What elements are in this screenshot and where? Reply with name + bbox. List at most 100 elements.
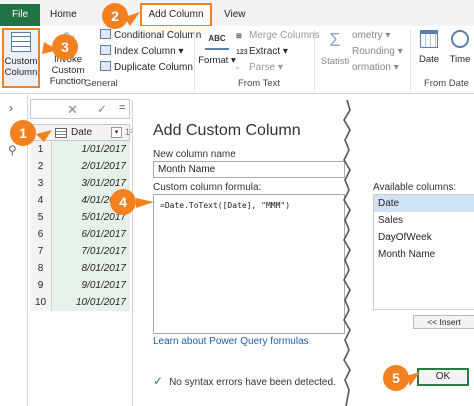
table-row[interactable]: 3 3/01/2017 — [30, 175, 130, 192]
abc-123-icon: 123 — [236, 49, 248, 56]
formula-equals: = — [119, 102, 126, 114]
row-number: 10 — [30, 294, 52, 311]
date-cell[interactable]: 2/01/2017 — [52, 158, 130, 175]
row-number: 4 — [30, 192, 52, 209]
time-label: Time — [449, 54, 471, 65]
available-column-item[interactable]: Date — [374, 195, 474, 212]
callout-1: 1 — [10, 120, 36, 146]
custom-formula-editor[interactable]: =Date.ToText([Date], "MMM") — [153, 194, 345, 334]
syntax-status: ✓ No syntax errors have been detected. — [153, 374, 336, 388]
available-column-item[interactable]: DayOfWeek — [374, 229, 474, 246]
date-button[interactable]: Date — [414, 30, 444, 82]
row-number: 3 — [30, 175, 52, 192]
extract-label: Extract — [249, 46, 281, 57]
information-label: ormation — [352, 62, 391, 73]
merge-icon: ⊞ — [236, 33, 242, 40]
date-cell[interactable]: 7/01/2017 — [52, 243, 130, 260]
add-custom-column-dialog: Add Custom Column New column name Month … — [132, 100, 474, 406]
available-column-item[interactable]: Sales — [374, 212, 474, 229]
conditional-column-icon — [100, 29, 111, 39]
learn-formulas-link[interactable]: Learn about Power Query formulas — [153, 336, 309, 347]
new-column-name-label: New column name — [153, 149, 236, 160]
tab-add-column[interactable]: Add Column — [140, 3, 212, 27]
custom-column-button[interactable]: Custom Column — [2, 28, 40, 88]
filter-dropdown-icon[interactable]: ▾ — [111, 127, 122, 138]
table-row[interactable]: 9 9/01/2017 — [30, 277, 130, 294]
tab-file[interactable]: File — [0, 4, 40, 26]
date-cell[interactable]: 8/01/2017 — [52, 260, 130, 277]
table-row[interactable]: 1 1/01/2017 — [30, 141, 130, 158]
table-row[interactable]: 8 8/01/2017 — [30, 260, 130, 277]
ribbon-separator — [410, 30, 411, 90]
parse-button[interactable]: ▫ Parse ▾ — [236, 60, 283, 76]
abc-format-icon: ABC — [205, 30, 229, 50]
table-row[interactable]: 6 6/01/2017 — [30, 226, 130, 243]
date-cell[interactable]: 6/01/2017 — [52, 226, 130, 243]
duplicate-column-button[interactable]: Duplicate Column — [100, 60, 193, 76]
clock-icon — [451, 30, 469, 48]
tab-home[interactable]: Home — [50, 4, 77, 26]
formula-label: Custom column formula: — [153, 182, 262, 193]
trigonometry-button[interactable]: ometry ▾ — [352, 28, 390, 44]
rounding-label: Rounding — [352, 46, 395, 57]
callout-5: 5 — [383, 365, 409, 391]
conditional-column-button[interactable]: Conditional Column — [100, 28, 201, 44]
duplicate-column-label: Duplicate Column — [114, 62, 193, 73]
new-column-name-input[interactable]: Month Name — [153, 161, 345, 178]
conditional-column-label: Conditional Column — [114, 30, 202, 41]
insert-button[interactable]: << Insert — [413, 315, 474, 329]
chevron-down-icon: ▾ — [282, 46, 288, 57]
date-cell[interactable]: 1/01/2017 — [52, 141, 130, 158]
time-button[interactable]: Time — [446, 30, 474, 82]
formula-text: =Date.ToText([Date], "MMM") — [160, 201, 291, 210]
parse-label: Parse — [249, 62, 276, 73]
cancel-formula-icon[interactable]: ✕ — [67, 102, 78, 118]
commit-formula-icon[interactable]: ✓ — [97, 102, 107, 116]
check-icon: ✓ — [153, 374, 164, 388]
available-columns-list[interactable]: Date Sales DayOfWeek Month Name — [373, 194, 474, 310]
duplicate-column-icon — [100, 61, 111, 71]
tab-view[interactable]: View — [224, 4, 246, 26]
statistics-label: Statisti — [320, 56, 350, 67]
ok-button[interactable]: OK — [417, 368, 469, 386]
merge-columns-label: Merge Columns — [249, 30, 320, 41]
syntax-status-text: No syntax errors have been detected. — [169, 377, 336, 388]
date-cell[interactable]: 10/01/2017 — [52, 294, 130, 311]
merge-columns-button[interactable]: ⊞ Merge Columns — [236, 28, 320, 44]
extract-button[interactable]: 123Extract ▾ — [236, 44, 288, 60]
column-header-date[interactable]: Date ▾ 1² — [30, 124, 133, 141]
index-column-button[interactable]: Index Column ▾ — [100, 44, 184, 60]
row-number: 7 — [30, 243, 52, 260]
format-button[interactable]: ABC Format ▾ — [198, 30, 236, 82]
column-header-label: Date — [71, 127, 93, 138]
ribbon-separator — [314, 30, 315, 90]
available-columns-label: Available columns: — [373, 182, 457, 193]
query-icon: ⚲ — [8, 143, 17, 157]
index-column-label: Index Column — [114, 46, 176, 57]
chevron-down-icon: ▾ — [277, 62, 283, 73]
date-cell[interactable]: 9/01/2017 — [52, 277, 130, 294]
row-number: 6 — [30, 226, 52, 243]
table-row[interactable]: 7 7/01/2017 — [30, 243, 130, 260]
group-label-general: General — [84, 78, 118, 89]
row-number: 2 — [30, 158, 52, 175]
custom-column-label: Custom Column — [4, 56, 38, 78]
table-icon[interactable] — [55, 128, 67, 138]
information-button[interactable]: ormation ▾ — [352, 60, 399, 76]
rounding-button[interactable]: Rounding ▾ — [352, 44, 403, 60]
trigonometry-label: ometry — [352, 30, 383, 41]
formula-bar[interactable]: ✕ ✓ = — [30, 99, 130, 119]
callout-2: 2 — [102, 3, 128, 29]
chevron-down-icon: ▾ — [393, 62, 399, 73]
available-column-item[interactable]: Month Name — [374, 246, 474, 263]
callout-3: 3 — [52, 34, 78, 60]
index-column-icon — [100, 45, 111, 55]
table-row[interactable]: 2 2/01/2017 — [30, 158, 130, 175]
statistics-button[interactable]: Σ Statisti — [318, 30, 352, 82]
chevron-right-icon[interactable]: › — [9, 101, 13, 115]
row-number: 8 — [30, 260, 52, 277]
group-label-from-date: From Date — [424, 78, 469, 89]
table-row[interactable]: 10 10/01/2017 — [30, 294, 130, 311]
date-label: Date — [418, 54, 440, 65]
chevron-down-icon: ▾ — [397, 46, 403, 57]
